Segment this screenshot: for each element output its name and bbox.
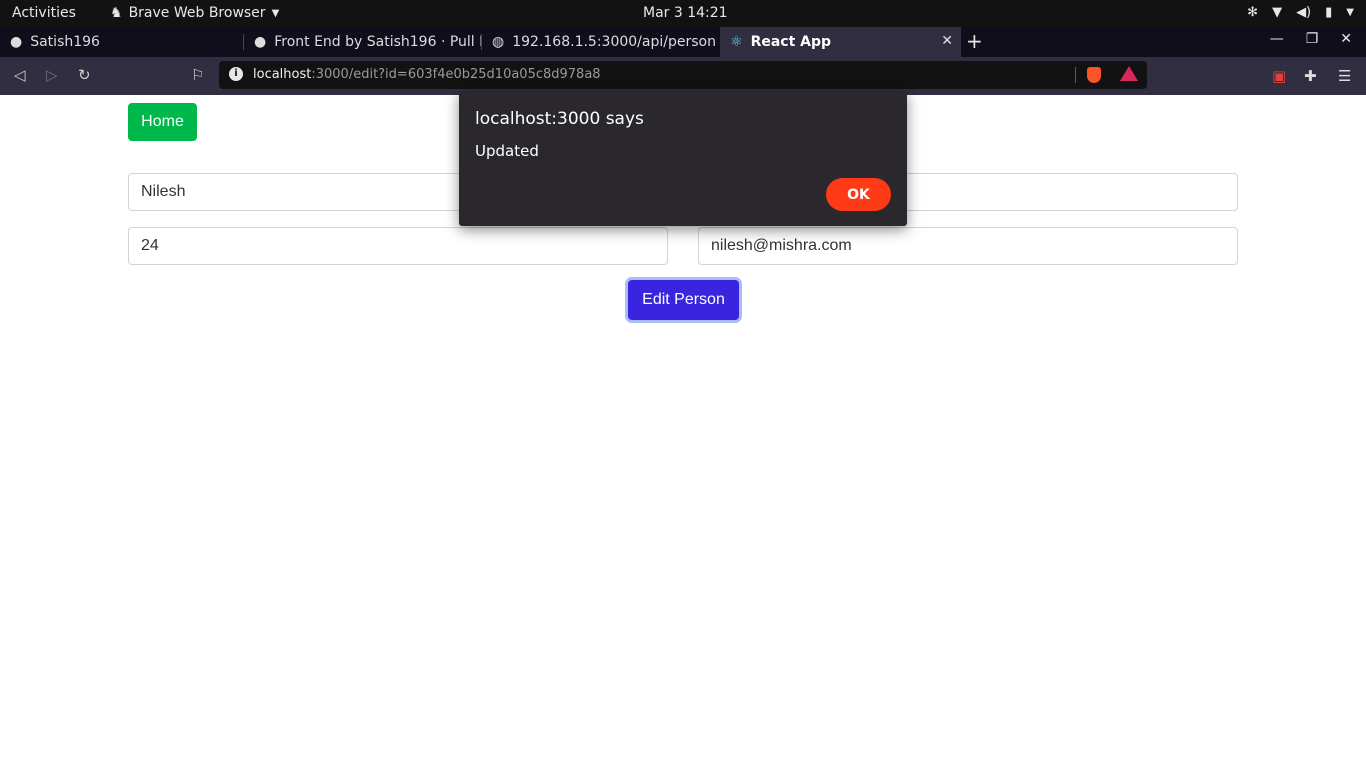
home-button[interactable]: Home (128, 103, 197, 141)
minimize-icon[interactable]: — (1270, 31, 1284, 47)
url-path: :3000/edit?id=603f4e0b25d10a05c8d978a8 (311, 67, 601, 82)
edit-person-button[interactable]: Edit Person (628, 280, 739, 320)
power-menu-icon[interactable]: ▼ (1346, 5, 1354, 21)
tab-label: 192.168.1.5:3000/api/person (512, 34, 716, 50)
app-menu-label: Brave Web Browser (128, 5, 266, 21)
address-bar[interactable]: i localhost:3000/edit?id=603f4e0b25d10a0… (219, 61, 1147, 89)
tab-label: React App (750, 34, 832, 50)
volume-icon[interactable]: ◀) (1296, 5, 1311, 21)
bookmark-icon[interactable]: ⚐ (191, 66, 204, 84)
app-menu[interactable]: ♞ Brave Web Browser ▼ (110, 5, 279, 21)
url-text[interactable]: localhost:3000/edit?id=603f4e0b25d10a05c… (253, 67, 601, 82)
brave-shields-icon[interactable] (1087, 67, 1101, 83)
forward-icon[interactable]: ▷ (46, 66, 58, 84)
brave-lion-icon: ♞ (110, 5, 123, 21)
reload-icon[interactable]: ↻ (78, 66, 91, 84)
brave-rewards-icon[interactable] (1120, 66, 1138, 81)
email-input[interactable]: nilesh@mishra.com (698, 227, 1238, 265)
back-icon[interactable]: ◁ (14, 66, 26, 84)
tab-pull-request[interactable]: ● Front End by Satish196 · Pull R (244, 27, 482, 57)
extensions-puzzle-icon[interactable]: ✚ (1304, 67, 1317, 85)
tab-api-person[interactable]: ◍ 192.168.1.5:3000/api/person (482, 27, 720, 57)
wifi-icon[interactable]: ▼ (1272, 5, 1282, 21)
github-icon: ● (10, 34, 23, 50)
alert-dialog: localhost:3000 says Updated OK (459, 91, 907, 226)
close-window-icon[interactable]: ✕ (1340, 31, 1352, 47)
restore-icon[interactable]: ❐ (1306, 31, 1319, 47)
tab-label: Front End by Satish196 · Pull R (274, 34, 482, 50)
close-tab-icon[interactable]: ✕ (941, 33, 953, 49)
clock[interactable]: Mar 3 14:21 (643, 5, 728, 21)
activities-button[interactable]: Activities (12, 5, 76, 21)
tab-strip: ● Satish196 ● Front End by Satish196 · P… (0, 27, 1366, 57)
browser-toolbar: ◁ ▷ ↻ ⚐ i localhost:3000/edit?id=603f4e0… (0, 57, 1366, 95)
tab-label: Satish196 (30, 34, 100, 50)
url-host: localhost (253, 67, 312, 82)
url-divider (1075, 67, 1076, 83)
tab-react-app[interactable]: ⚛ React App ✕ (720, 27, 961, 57)
slack-icon[interactable]: ✻ (1247, 5, 1258, 21)
tab-github[interactable]: ● Satish196 (0, 27, 244, 57)
dialog-message: Updated (475, 142, 539, 160)
github-icon: ● (254, 34, 267, 50)
system-tray[interactable]: ✻ ▼ ◀) ▮ ▼ (1247, 5, 1354, 21)
extension-icon[interactable]: ▣ (1272, 67, 1286, 85)
age-input[interactable]: 24 (128, 227, 668, 265)
dialog-title: localhost:3000 says (475, 109, 644, 129)
menu-icon[interactable]: ☰ (1338, 67, 1351, 85)
new-tab-button[interactable]: + (966, 29, 983, 53)
battery-icon[interactable]: ▮ (1325, 5, 1332, 21)
window-controls: — ❐ ✕ (1270, 31, 1352, 47)
system-top-bar: Activities ♞ Brave Web Browser ▼ Mar 3 1… (0, 0, 1366, 27)
chevron-down-icon: ▼ (271, 7, 280, 19)
site-info-icon[interactable]: i (229, 67, 243, 81)
globe-icon: ◍ (492, 34, 505, 50)
react-icon: ⚛ (730, 34, 743, 50)
dialog-ok-button[interactable]: OK (826, 178, 891, 211)
